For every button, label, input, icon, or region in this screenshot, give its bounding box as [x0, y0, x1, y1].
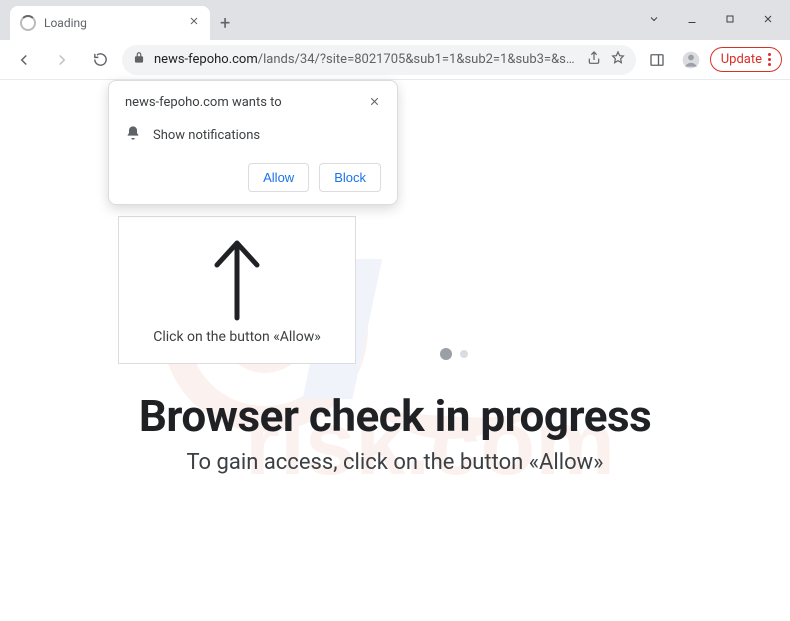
update-label: Update: [721, 52, 762, 67]
menu-dots-icon: [768, 53, 771, 66]
share-icon[interactable]: [586, 50, 602, 70]
close-window-button[interactable]: [754, 8, 782, 30]
allow-button[interactable]: Allow: [248, 163, 309, 192]
hint-label: Click on the button «Allow»: [129, 329, 345, 345]
profile-icon[interactable]: [676, 45, 706, 75]
side-panel-icon[interactable]: [642, 45, 672, 75]
back-button[interactable]: [8, 44, 40, 76]
new-tab-button[interactable]: +: [220, 13, 230, 40]
forward-button[interactable]: [46, 44, 78, 76]
url-path: /lands/34/?site=8021705&sub1=1&sub2=1&su…: [258, 52, 578, 67]
bell-icon: [125, 125, 141, 145]
star-icon[interactable]: [610, 50, 626, 70]
update-button[interactable]: Update: [710, 47, 782, 72]
permission-body: Show notifications: [153, 128, 260, 143]
toolbar: news-fepoho.com/lands/34/?site=8021705&s…: [0, 40, 790, 80]
block-button[interactable]: Block: [319, 163, 381, 192]
loader-dot-icon: [440, 348, 452, 360]
notification-permission-popup: news-fepoho.com wants to Show notificati…: [108, 80, 398, 205]
headline: Browser check in progress: [0, 390, 790, 442]
permission-close-button[interactable]: [368, 95, 381, 111]
url-text: news-fepoho.com/lands/34/?site=8021705&s…: [154, 52, 578, 67]
permission-title: news-fepoho.com wants to: [125, 95, 282, 110]
page-content: risk.com news-fepoho.com wants to Show n…: [0, 80, 790, 621]
minimize-button[interactable]: [678, 8, 706, 30]
close-tab-button[interactable]: [188, 15, 200, 31]
address-bar[interactable]: news-fepoho.com/lands/34/?site=8021705&s…: [122, 45, 636, 75]
maximize-button[interactable]: [716, 8, 744, 30]
lock-icon: [132, 51, 146, 69]
loader-dots: [440, 348, 468, 360]
up-arrow-icon: [129, 233, 345, 323]
subline: To gain access, click on the button «All…: [0, 450, 790, 475]
loading-spinner-icon: [20, 15, 36, 31]
tab-title: Loading: [44, 16, 87, 30]
browser-tab[interactable]: Loading: [10, 6, 210, 40]
hint-box: Click on the button «Allow»: [118, 216, 356, 364]
url-domain: news-fepoho.com: [154, 52, 258, 67]
titlebar: Loading +: [0, 0, 790, 40]
loader-dot-icon: [460, 350, 468, 358]
reload-button[interactable]: [84, 44, 116, 76]
tabs-dropdown-button[interactable]: [640, 8, 668, 30]
